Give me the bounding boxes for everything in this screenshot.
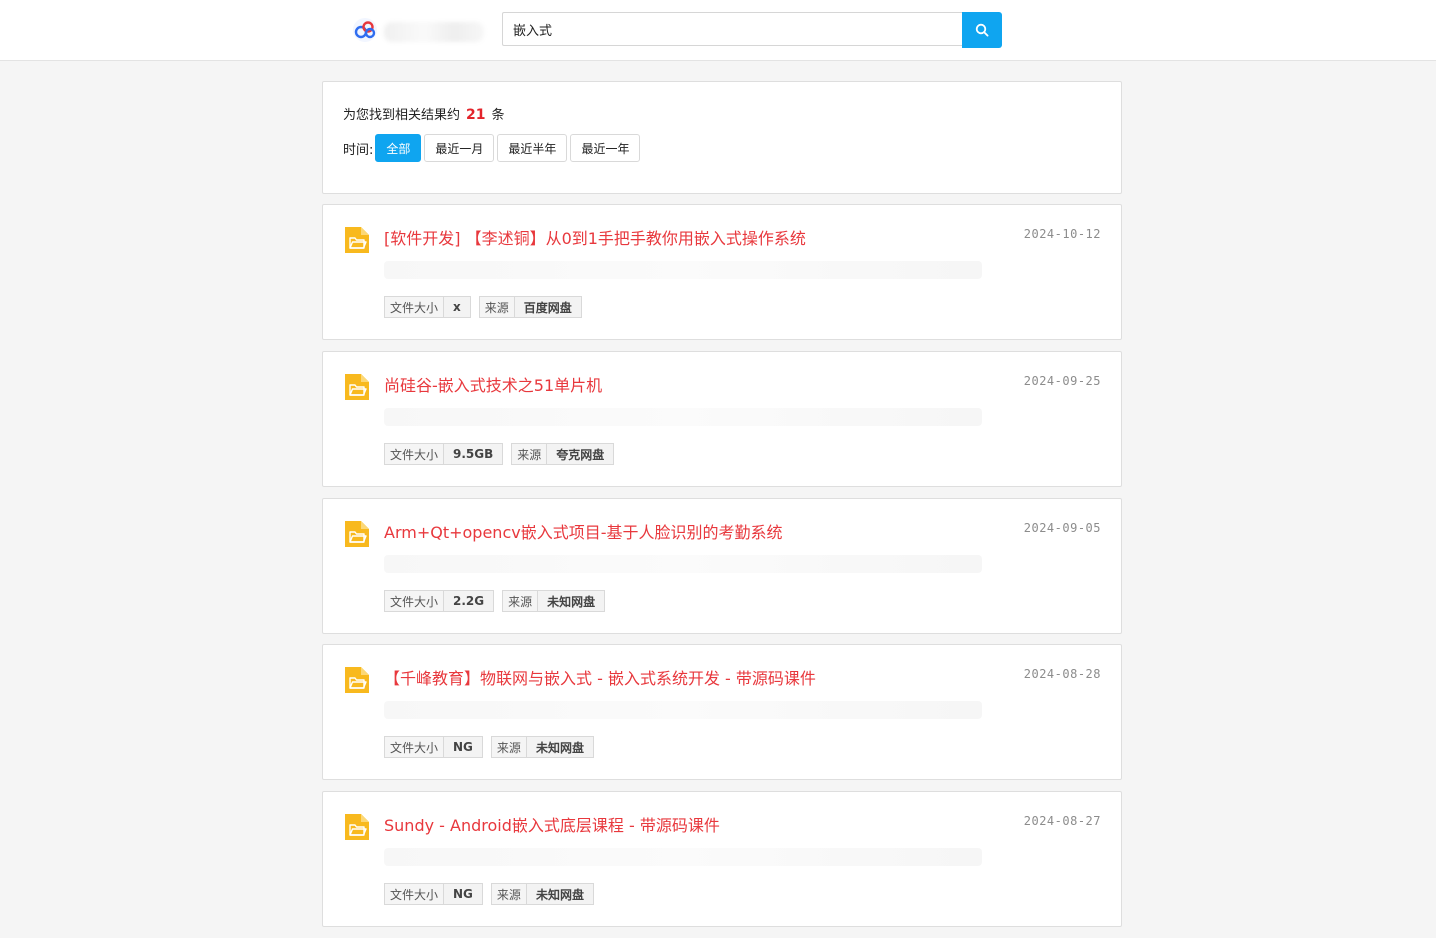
- source-value: 未知网盘: [538, 591, 605, 611]
- file-size-value: NG: [444, 884, 482, 904]
- result-snippet-blurred: [384, 701, 982, 719]
- result-title[interactable]: Sundy - Android嵌入式底层课程 - 带源码课件: [384, 812, 720, 836]
- file-size-label: 文件大小: [385, 444, 445, 464]
- file-size-value: 2.2G: [444, 591, 494, 611]
- result-snippet-blurred: [384, 555, 982, 573]
- source-value: 夸克网盘: [547, 444, 614, 464]
- results-summary-card: 为您找到相关结果约 21 条 时间: 全部 最近一月 最近半年 最近一年: [322, 81, 1122, 194]
- result-date: 2024-09-05: [1023, 521, 1101, 535]
- result-tags: 文件大小 NG 来源 未知网盘: [384, 883, 602, 905]
- file-size-value: NG: [444, 737, 482, 757]
- search-icon: [975, 23, 989, 37]
- source-tag: 来源 未知网盘: [490, 736, 594, 758]
- filter-last-month[interactable]: 最近一月: [424, 134, 495, 162]
- search-input[interactable]: [502, 12, 962, 46]
- file-size-value: 9.5GB: [444, 444, 503, 464]
- results-count: 21: [466, 107, 486, 123]
- file-size-tag: 文件大小 9.5GB: [384, 443, 504, 465]
- folder-icon: [345, 227, 369, 253]
- results-count-text: 为您找到相关结果约 21 条: [343, 104, 505, 123]
- source-value: 未知网盘: [526, 884, 593, 904]
- search-button[interactable]: [962, 12, 1002, 48]
- file-size-label: 文件大小: [385, 737, 445, 757]
- result-card: [软件开发] 【李述铜】从0到1手把手教你用嵌入式操作系统 2024-10-12…: [322, 204, 1122, 340]
- top-bar: [0, 0, 1436, 61]
- result-title[interactable]: Arm+Qt+opencv嵌入式项目-基于人脸识别的考勤系统: [384, 519, 782, 543]
- source-tag: 来源 未知网盘: [502, 590, 606, 612]
- source-label: 来源: [491, 737, 527, 757]
- filter-last-half-year[interactable]: 最近半年: [497, 134, 568, 162]
- time-filter: 时间: 全部 最近一月 最近半年 最近一年: [343, 134, 643, 162]
- result-title[interactable]: 【千峰教育】物联网与嵌入式 - 嵌入式系统开发 - 带源码课件: [384, 665, 816, 689]
- source-tag: 来源 夸克网盘: [511, 443, 615, 465]
- result-tags: 文件大小 NG 来源 未知网盘: [384, 736, 602, 758]
- source-label: 来源: [512, 444, 548, 464]
- cloud-logo-icon[interactable]: [352, 17, 378, 43]
- result-title[interactable]: [软件开发] 【李述铜】从0到1手把手教你用嵌入式操作系统: [384, 225, 806, 249]
- folder-icon: [345, 521, 369, 547]
- source-label: 来源: [491, 884, 527, 904]
- file-size-tag: 文件大小 2.2G: [384, 590, 495, 612]
- result-tags: 文件大小 9.5GB 来源 夸克网盘: [384, 443, 622, 465]
- file-size-tag: 文件大小 NG: [384, 883, 483, 905]
- result-snippet-blurred: [384, 408, 982, 426]
- folder-icon: [345, 667, 369, 693]
- source-label: 来源: [479, 297, 515, 317]
- result-date: 2024-09-25: [1023, 374, 1101, 388]
- file-size-tag: 文件大小 x: [384, 296, 471, 318]
- result-card: Arm+Qt+opencv嵌入式项目-基于人脸识别的考勤系统 2024-09-0…: [322, 498, 1122, 634]
- result-tags: 文件大小 x 来源 百度网盘: [384, 296, 590, 318]
- file-size-value: x: [444, 297, 470, 317]
- filter-last-year[interactable]: 最近一年: [570, 134, 641, 162]
- result-card: 尚硅谷-嵌入式技术之51单片机 2024-09-25 文件大小 9.5GB 来源…: [322, 351, 1122, 487]
- file-size-label: 文件大小: [385, 297, 445, 317]
- result-date: 2024-08-27: [1023, 814, 1101, 828]
- result-card: 【千峰教育】物联网与嵌入式 - 嵌入式系统开发 - 带源码课件 2024-08-…: [322, 644, 1122, 780]
- result-title[interactable]: 尚硅谷-嵌入式技术之51单片机: [384, 372, 602, 396]
- file-size-label: 文件大小: [385, 591, 445, 611]
- source-label: 来源: [503, 591, 539, 611]
- source-value: 未知网盘: [526, 737, 593, 757]
- file-size-label: 文件大小: [385, 884, 445, 904]
- source-tag: 来源 百度网盘: [478, 296, 582, 318]
- folder-icon: [345, 814, 369, 840]
- source-value: 百度网盘: [514, 297, 581, 317]
- site-name-blurred: [384, 22, 484, 42]
- result-tags: 文件大小 2.2G 来源 未知网盘: [384, 590, 613, 612]
- folder-icon: [345, 374, 369, 400]
- file-size-tag: 文件大小 NG: [384, 736, 483, 758]
- results-count-suffix: 条: [491, 108, 505, 123]
- result-card: Sundy - Android嵌入式底层课程 - 带源码课件 2024-08-2…: [322, 791, 1122, 927]
- result-date: 2024-08-28: [1023, 667, 1101, 681]
- result-date: 2024-10-12: [1023, 227, 1101, 241]
- result-snippet-blurred: [384, 261, 982, 279]
- source-tag: 来源 未知网盘: [490, 883, 594, 905]
- filter-all[interactable]: 全部: [375, 134, 422, 162]
- results-count-prefix: 为您找到相关结果约: [343, 108, 461, 123]
- time-filter-label: 时间:: [343, 142, 374, 158]
- result-snippet-blurred: [384, 848, 982, 866]
